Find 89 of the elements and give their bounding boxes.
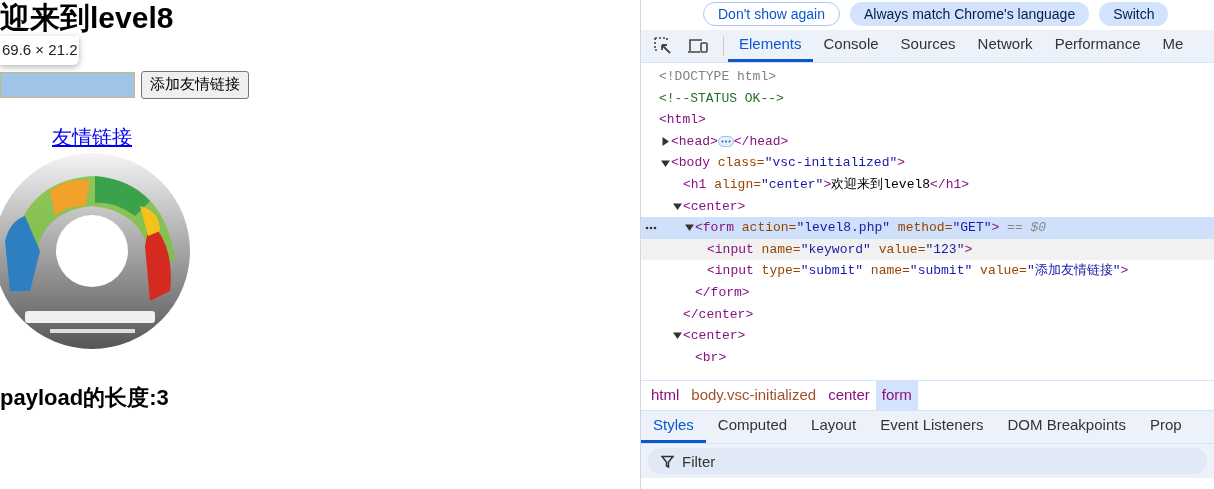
devtools-tab[interactable]: Me [1151,30,1195,62]
tag-token: <input [707,262,754,281]
tag-token: <br> [695,348,727,367]
dom-node[interactable]: <center> [641,195,1214,218]
styles-tab[interactable]: Computed [705,411,800,443]
filter-icon [661,455,674,468]
value-token: "GET" [952,219,992,238]
dom-node[interactable]: <head> </head> [641,130,1214,153]
tag-token: </form> [695,284,750,302]
infobar-button[interactable]: Don't show again [703,2,840,26]
tag-token: <html> [659,111,706,130]
tag-token: <input [707,240,754,259]
payload-length: payload的长度:3 [0,383,170,412]
dom-node[interactable]: <br> [641,346,1214,369]
value-token: "level8.php" [796,219,891,238]
tag-token: <body [671,154,710,173]
styles-tab[interactable]: Prop [1137,411,1194,443]
dom-node[interactable]: <form action="level8.php" method="GET"> == $0 [641,217,1214,239]
keyword-field[interactable] [0,71,135,98]
breadcrumb[interactable]: body.vsc-initialized [685,381,823,410]
dom-node[interactable]: <!--STATUS OK--> [641,87,1214,110]
submit-button[interactable]: 添加友情链接 [141,70,249,99]
infobar-button[interactable]: Switch [1099,2,1169,26]
value-token: "keyword" [800,240,871,259]
styles-tab[interactable]: Layout [799,411,869,443]
dom-node[interactable]: <h1 align="center">欢迎来到level8</h1> [641,173,1214,196]
dom-node[interactable]: <input type="submit" name="submit" value="添加友情链接"> [641,260,1214,282]
comment-token: <!--STATUS OK--> [659,89,784,108]
devtools-tab[interactable]: Console [812,30,890,62]
devtools-tab[interactable]: Sources [889,30,967,62]
inspect-element-icon[interactable] [653,36,673,56]
collapsed-triangle-icon[interactable] [661,137,670,147]
expanded-triangle-icon[interactable] [673,201,682,211]
expanded-triangle-icon[interactable] [673,331,682,341]
attr-token: value= [979,262,1027,281]
page-heading: 迎来到level8 [0,0,174,36]
tag-token: > [991,219,1000,238]
devtools-tab[interactable]: Elements [728,30,813,62]
console-token: == $0 [1006,219,1047,238]
value-token: "submit" [800,262,864,281]
more-icon[interactable] [645,225,657,230]
tag-token: > [823,176,832,194]
styles-tab[interactable]: Event Listeners [868,411,996,443]
breadcrumb[interactable]: center [822,381,876,410]
breadcrumb[interactable]: form [875,381,918,410]
tag-token: <center> [683,327,746,346]
attr-token: name= [760,240,801,259]
value-token: "submit" [909,262,973,281]
tag-token: <h1 [683,176,707,194]
tag-token: <form [695,219,734,238]
dom-node[interactable]: <input name="keyword" value="123"> [641,238,1214,261]
infobar-button[interactable]: Always match Chrome's language [849,2,1090,26]
tag-token: </h1> [930,176,970,194]
tag-token: </head> [733,132,789,151]
dom-node[interactable]: <body class="vsc-initialized"> [641,152,1214,174]
dom-node[interactable]: <html> [641,109,1214,131]
attr-token: align= [713,176,761,194]
tag-token: > [1120,262,1129,281]
value-token: "vsc-initialized" [764,154,898,173]
dom-node[interactable]: <center> [641,325,1214,347]
value-token: "添加友情链接" [1026,262,1121,281]
value-token: "123" [925,240,965,259]
tag-token: > [964,240,973,259]
attr-token: type= [760,262,801,281]
dom-node[interactable]: </form> [641,281,1214,304]
devtools-tab[interactable]: Performance [1043,30,1152,62]
attr-token: action= [740,219,797,238]
tag-token: </center> [683,305,754,324]
attr-token: class= [716,154,765,173]
device-toolbar-icon[interactable] [687,37,709,55]
tag-token: > [897,154,906,173]
filter-field[interactable]: Filter [648,448,1207,474]
expanded-triangle-icon[interactable] [661,158,670,168]
attr-token: method= [896,219,953,238]
tag-token: <center> [683,197,746,216]
expanded-triangle-icon[interactable] [685,223,694,233]
styles-tab[interactable]: DOM Breakpoints [995,411,1138,443]
size-tooltip: 69.6 × 21.2 [0,36,80,65]
tag-token: <head> [671,132,718,151]
devtools-tab[interactable]: Network [966,30,1044,62]
value-token: "center" [761,176,824,194]
text-token: 欢迎来到level8 [831,176,931,194]
dom-node[interactable]: <!DOCTYPE html> [641,66,1214,88]
attr-token: name= [869,262,910,281]
dom-node[interactable]: </center> [641,303,1214,326]
friend-link[interactable]: 友情链接 [52,124,132,149]
breadcrumb[interactable]: html [645,381,686,410]
doctype-token: <!DOCTYPE html> [659,68,777,87]
attr-token: value= [877,240,926,259]
